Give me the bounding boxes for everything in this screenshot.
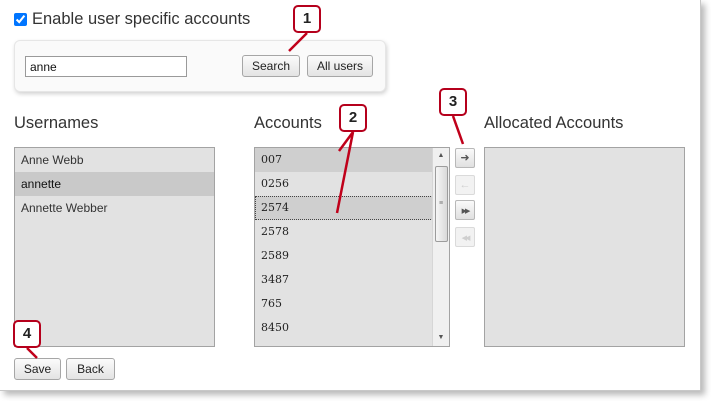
callout-4-arrow (26, 347, 38, 359)
callout-2: 2 (339, 104, 367, 132)
callout-3: 3 (439, 88, 467, 116)
annotation-arrows (26, 32, 465, 359)
callout-1: 1 (293, 5, 321, 33)
callout-1-arrow (288, 32, 308, 52)
callout-3-arrow (451, 115, 465, 145)
callout-4: 4 (13, 320, 41, 348)
account-allocation-window: Enable user specific accounts Search All… (0, 0, 701, 391)
